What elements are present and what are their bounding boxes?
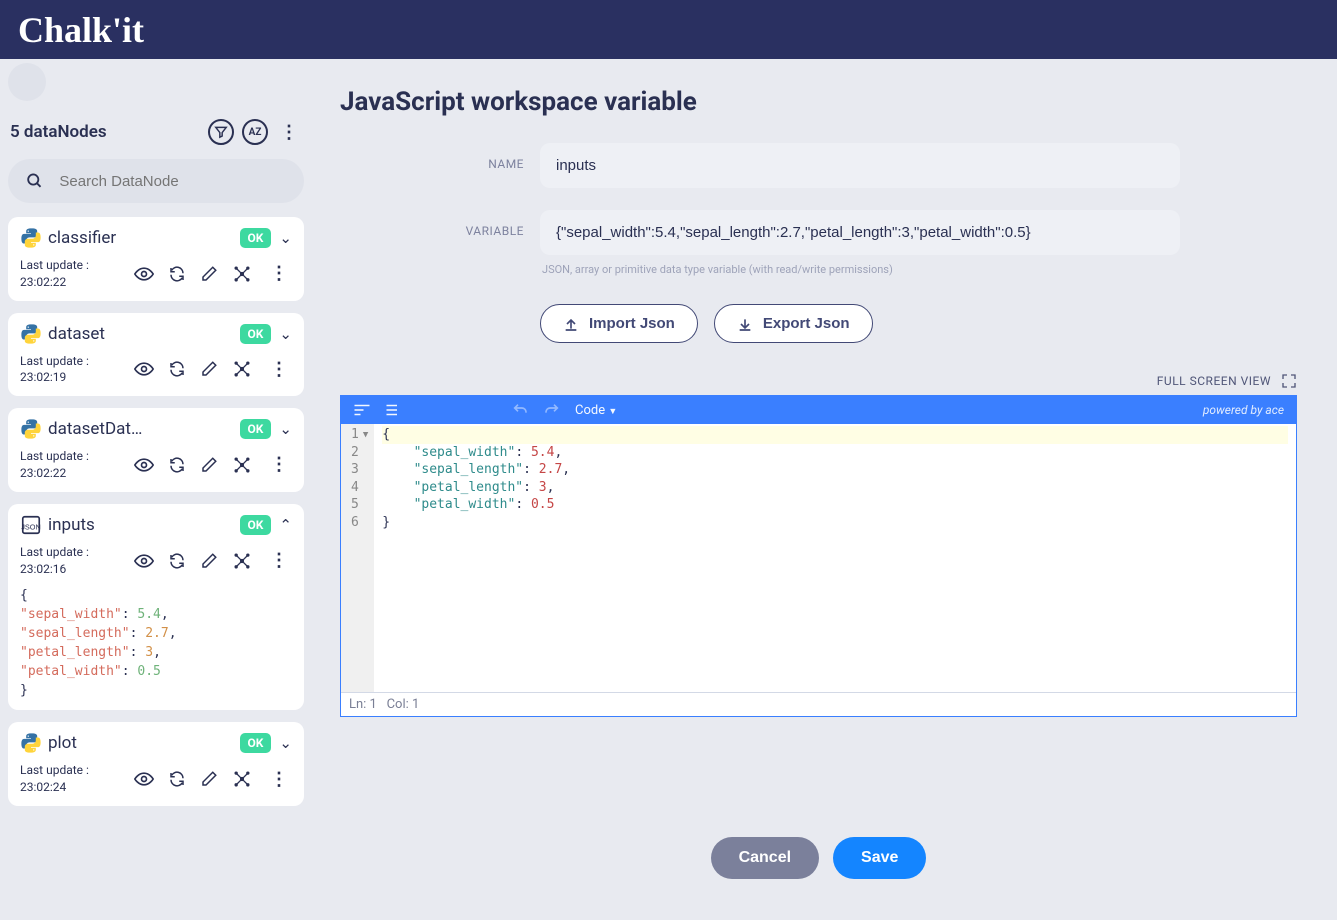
redo-icon[interactable] <box>543 402 561 418</box>
eye-icon[interactable] <box>134 769 154 789</box>
upload-icon <box>563 316 579 332</box>
search-box[interactable] <box>8 159 304 203</box>
main-panel: JavaScript workspace variable NAME VARIA… <box>312 59 1337 920</box>
datanodes-title: 5 dataNodes <box>10 122 107 142</box>
refresh-icon[interactable] <box>168 360 186 378</box>
datanode-name: classifier <box>48 228 116 248</box>
eye-icon[interactable] <box>134 455 154 475</box>
more-dots-icon[interactable]: ⋮ <box>266 263 292 284</box>
sort-az-icon[interactable]: AZ <box>242 119 268 145</box>
filter-icon[interactable] <box>208 119 234 145</box>
more-dots-icon[interactable]: ⋮ <box>266 454 292 475</box>
code-editor: Code ▼ powered by ace 1▼2 3 4 5 6 { "sep… <box>340 395 1297 717</box>
datanode-card: plot OK ⌄ Last update :23:02:24 ⋮ <box>8 722 304 806</box>
last-update-label: Last update :23:02:22 <box>20 257 89 291</box>
name-input[interactable] <box>540 143 1180 188</box>
download-icon <box>737 316 753 332</box>
refresh-icon[interactable] <box>168 552 186 570</box>
chevron-up-icon[interactable]: ⌃ <box>279 516 292 534</box>
status-badge: OK <box>240 228 272 248</box>
last-update-label: Last update :23:02:19 <box>20 353 89 387</box>
graph-icon[interactable] <box>232 359 252 379</box>
status-badge: OK <box>240 515 272 535</box>
editor-body[interactable]: 1▼2 3 4 5 6 { "sepal_width": 5.4, "sepal… <box>341 424 1296 692</box>
datanode-card: dataset OK ⌄ Last update :23:02:19 ⋮ <box>8 313 304 397</box>
chevron-down-icon[interactable]: ⌄ <box>279 420 292 438</box>
indent-left-icon[interactable] <box>353 403 371 417</box>
edit-icon[interactable] <box>200 770 218 788</box>
expand-icon[interactable] <box>1281 373 1297 389</box>
graph-icon[interactable] <box>232 769 252 789</box>
more-dots-icon[interactable]: ⋮ <box>276 122 302 143</box>
variable-hint: JSON, array or primitive data type varia… <box>542 263 1297 276</box>
chevron-down-icon[interactable]: ⌄ <box>279 734 292 752</box>
sidebar: 5 dataNodes AZ ⋮ classifier OK ⌄ <box>0 59 312 920</box>
last-update-label: Last update :23:02:16 <box>20 544 89 578</box>
last-update-label: Last update :23:02:24 <box>20 762 89 796</box>
edit-icon[interactable] <box>200 265 218 283</box>
more-dots-icon[interactable]: ⋮ <box>266 769 292 790</box>
status-badge: OK <box>240 419 272 439</box>
refresh-icon[interactable] <box>168 456 186 474</box>
undo-icon[interactable] <box>511 402 529 418</box>
app-logo: Chalk'it <box>18 9 144 51</box>
fullscreen-label[interactable]: FULL SCREEN VIEW <box>1157 374 1271 388</box>
svg-text:JSON: JSON <box>21 522 41 531</box>
datanodes-header: 5 dataNodes AZ ⋮ <box>10 119 302 145</box>
name-label: NAME <box>340 143 540 171</box>
datanode-card: datasetDat… OK ⌄ Last update :23:02:22 ⋮ <box>8 408 304 492</box>
chevron-down-icon[interactable]: ⌄ <box>279 325 292 343</box>
more-dots-icon[interactable]: ⋮ <box>266 550 292 571</box>
code-dropdown[interactable]: Code ▼ <box>575 403 617 418</box>
cancel-button[interactable]: Cancel <box>711 837 819 879</box>
datanode-card: classifier OK ⌄ Last update :23:02:22 ⋮ <box>8 217 304 301</box>
edit-icon[interactable] <box>200 360 218 378</box>
last-update-label: Last update :23:02:22 <box>20 448 89 482</box>
python-icon <box>20 227 42 249</box>
graph-icon[interactable] <box>232 455 252 475</box>
chevron-down-icon[interactable]: ⌄ <box>279 229 292 247</box>
page-title: JavaScript workspace variable <box>340 87 1297 117</box>
datanode-name: inputs <box>48 515 95 535</box>
json-icon: JSON <box>20 514 42 536</box>
powered-by-label: powered by ace <box>1203 403 1284 417</box>
datanode-name: plot <box>48 733 77 753</box>
graph-icon[interactable] <box>232 551 252 571</box>
status-badge: OK <box>240 733 272 753</box>
import-json-button[interactable]: Import Json <box>540 304 698 343</box>
json-preview: { "sepal_width": 5.4, "sepal_length": 2.… <box>20 587 292 700</box>
datanode-name: datasetDat… <box>48 419 142 439</box>
save-button[interactable]: Save <box>833 837 926 879</box>
refresh-icon[interactable] <box>168 265 186 283</box>
variable-label: VARIABLE <box>340 210 540 238</box>
variable-input[interactable] <box>540 210 1180 255</box>
eye-icon[interactable] <box>134 551 154 571</box>
eye-icon[interactable] <box>134 359 154 379</box>
editor-toolbar: Code ▼ powered by ace <box>341 396 1296 424</box>
user-avatar[interactable] <box>8 63 46 101</box>
edit-icon[interactable] <box>200 456 218 474</box>
graph-icon[interactable] <box>232 264 252 284</box>
search-input[interactable] <box>59 173 286 190</box>
export-json-button[interactable]: Export Json <box>714 304 873 343</box>
python-icon <box>20 323 42 345</box>
topbar: Chalk'it <box>0 0 1337 59</box>
python-icon <box>20 732 42 754</box>
indent-right-icon[interactable] <box>385 403 403 417</box>
datanode-card: JSON inputs OK ⌃ Last update :23:02:16 ⋮… <box>8 504 304 711</box>
status-badge: OK <box>240 324 272 344</box>
datanode-name: dataset <box>48 324 105 344</box>
search-icon <box>26 171 43 191</box>
edit-icon[interactable] <box>200 552 218 570</box>
more-dots-icon[interactable]: ⋮ <box>266 359 292 380</box>
refresh-icon[interactable] <box>168 770 186 788</box>
python-icon <box>20 418 42 440</box>
editor-statusbar: Ln: 1 Col: 1 <box>341 692 1296 716</box>
eye-icon[interactable] <box>134 264 154 284</box>
